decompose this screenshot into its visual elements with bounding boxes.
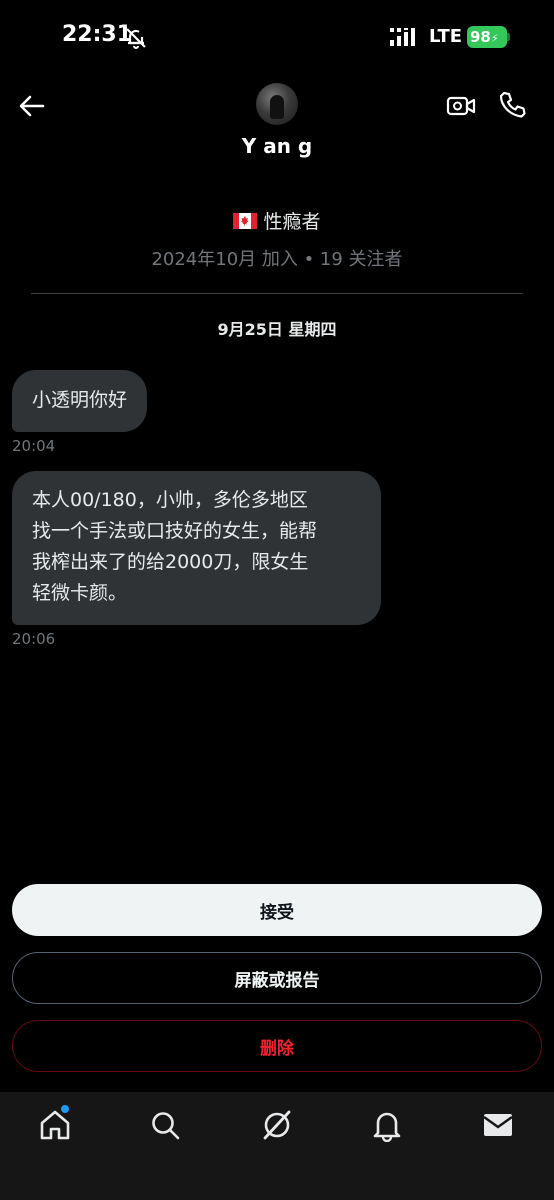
bottom-tab-bar xyxy=(0,1092,554,1200)
username[interactable]: Y an g xyxy=(0,134,554,158)
conversation-header: Y an g xyxy=(0,76,554,172)
divider xyxy=(31,293,523,294)
bell-icon[interactable] xyxy=(370,1108,404,1142)
home-icon[interactable] xyxy=(38,1108,72,1142)
message-timestamp: 20:06 xyxy=(12,630,56,648)
bio-text: 性瘾者 xyxy=(263,211,321,233)
profile-bio: 性瘾者 xyxy=(0,205,554,239)
back-arrow-icon[interactable] xyxy=(18,92,46,120)
status-bar: 22:31 LTE 98⚡ xyxy=(0,0,554,76)
block-report-button[interactable]: 屏蔽或报告 xyxy=(12,952,542,1004)
canada-flag-icon xyxy=(233,213,258,229)
delete-button[interactable]: 删除 xyxy=(12,1020,542,1072)
mail-icon[interactable] xyxy=(481,1108,515,1142)
bell-off-icon xyxy=(126,28,146,49)
date-separator: 9月25日 星期四 xyxy=(217,320,337,339)
home-notification-dot xyxy=(61,1105,69,1113)
message-bubble[interactable]: 小透明你好 xyxy=(12,370,148,432)
profile-summary: 性瘾者 2024年10月 加入 • 19 关注者 xyxy=(0,205,554,275)
battery-indicator: 98⚡ xyxy=(467,26,507,48)
battery-tip xyxy=(507,33,510,41)
video-call-icon[interactable] xyxy=(446,92,476,120)
accept-button[interactable]: 接受 xyxy=(12,884,542,936)
signal-icon xyxy=(390,28,415,46)
search-icon[interactable] xyxy=(148,1108,182,1142)
joined-followers: 2024年10月 加入 • 19 关注者 xyxy=(151,249,403,270)
battery-level: 98 xyxy=(470,28,491,46)
network-type: LTE xyxy=(429,26,463,47)
message-bubble[interactable]: 本人00/180，小帅，多伦多地区 找一个手法或口技好的女生，能帮 我榨出来了的… xyxy=(12,471,381,625)
grok-icon[interactable] xyxy=(260,1108,294,1142)
status-time: 22:31 xyxy=(62,22,133,47)
avatar-figure xyxy=(270,95,284,119)
avatar[interactable] xyxy=(256,83,298,125)
message-timestamp: 20:04 xyxy=(12,437,56,455)
phone-icon[interactable] xyxy=(498,90,526,120)
